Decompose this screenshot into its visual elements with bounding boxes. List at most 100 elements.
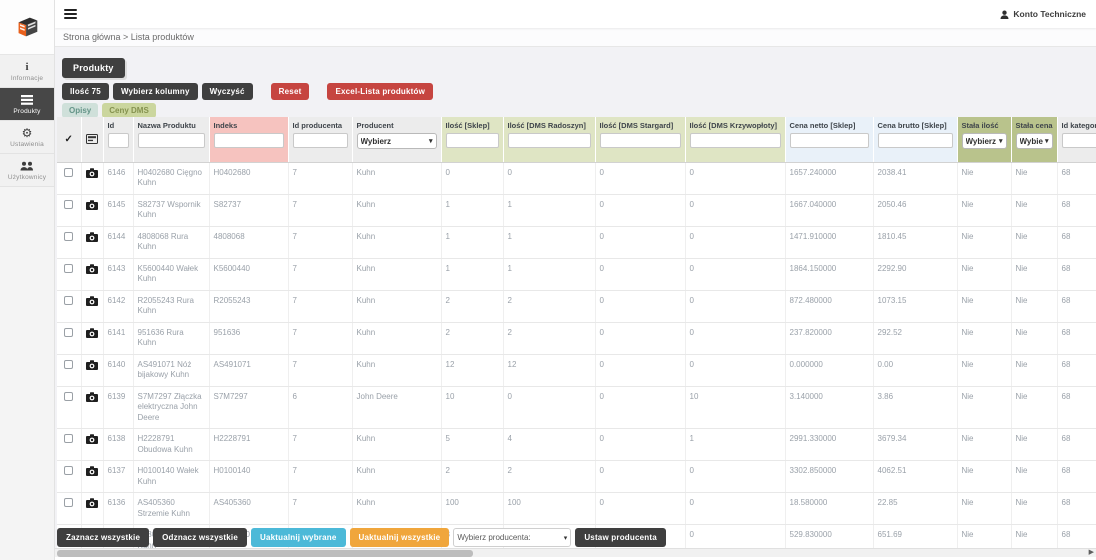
sidebar-item-uytkownicy[interactable]: Użytkownicy bbox=[0, 154, 54, 187]
sidebar-item-produkty[interactable]: Produkty bbox=[0, 88, 54, 121]
row-checkbox[interactable] bbox=[64, 328, 73, 337]
filter-input-cena_netto[interactable] bbox=[790, 133, 869, 148]
horizontal-scrollbar[interactable]: ▶ bbox=[55, 548, 1096, 557]
zaznacz-wszystkie-button[interactable]: Zaznacz wszystkie bbox=[57, 528, 149, 547]
row-checkbox[interactable] bbox=[64, 466, 73, 475]
cell-id: 6146 bbox=[103, 162, 133, 194]
filter-input-id_producenta[interactable] bbox=[293, 133, 348, 148]
sidebar-item-ustawienia[interactable]: ⚙Ustawienia bbox=[0, 121, 54, 154]
filter-select-stala_ilosc[interactable]: Wybierz▾ bbox=[962, 133, 1007, 149]
produkty-section-button[interactable]: Produkty bbox=[62, 58, 125, 78]
cell-cena_netto: 1657.240000 bbox=[785, 162, 873, 194]
cell-stala_ilosc: Nie bbox=[957, 162, 1011, 194]
cell-ilosc_stargard: 0 bbox=[595, 226, 685, 258]
cell-ilosc_stargard: 0 bbox=[595, 162, 685, 194]
filter-input-id_kategorii[interactable] bbox=[1062, 133, 1096, 148]
cell-nazwa: 4808068 Rura Kuhn bbox=[133, 226, 209, 258]
reset-button[interactable]: Reset bbox=[271, 83, 310, 100]
hamburger-menu-icon[interactable] bbox=[64, 9, 80, 19]
cell-indeks: K5600440 bbox=[209, 258, 288, 290]
uaktualnij-wybrane-button[interactable]: Uaktualnij wybrane bbox=[251, 528, 346, 547]
camera-icon bbox=[86, 498, 98, 508]
filter-input-cena_brutto[interactable] bbox=[878, 133, 953, 148]
uaktualnij-wszystkie-button[interactable]: Uaktualnij wszystkie bbox=[350, 528, 450, 547]
filter-select-producent[interactable]: Wybierz▾ bbox=[357, 133, 437, 149]
row-checkbox[interactable] bbox=[64, 168, 73, 177]
cell-ilosc_sklep: 2 bbox=[441, 461, 503, 493]
camera-icon[interactable] bbox=[86, 203, 98, 212]
row-checkbox[interactable] bbox=[64, 360, 73, 369]
wybierz-kolumny-button[interactable]: Wybierz kolumny bbox=[113, 83, 198, 100]
tab-opisy[interactable]: Opisy bbox=[62, 103, 98, 118]
camera-icon[interactable] bbox=[86, 267, 98, 276]
cell-id_kategorii: 68 bbox=[1057, 258, 1096, 290]
row-checkbox[interactable] bbox=[64, 232, 73, 241]
cell-indeks: AS405360 bbox=[209, 493, 288, 525]
camera-icon[interactable] bbox=[86, 395, 98, 404]
camera-icon[interactable] bbox=[86, 235, 98, 244]
row-checkbox[interactable] bbox=[64, 296, 73, 305]
camera-icon[interactable] bbox=[86, 331, 98, 340]
cell-id_producenta: 7 bbox=[288, 354, 352, 386]
set-producer-button[interactable]: Ustaw producenta bbox=[575, 528, 666, 547]
wyczy--button[interactable]: Wyczyść bbox=[202, 83, 253, 100]
row-checkbox[interactable] bbox=[64, 200, 73, 209]
filter-input-nazwa[interactable] bbox=[138, 133, 205, 148]
camera-icon[interactable] bbox=[86, 437, 98, 446]
chevron-down-icon: ▾ bbox=[1045, 137, 1049, 145]
table-row: 6139S7M7297 Złączka elektryczna John Dee… bbox=[57, 386, 1096, 429]
cell-id: 6138 bbox=[103, 429, 133, 461]
cell-nazwa: S82737 Wspornik Kuhn bbox=[133, 194, 209, 226]
scrollbar-right-arrow-icon[interactable]: ▶ bbox=[1089, 548, 1094, 556]
cell-stala_ilosc: Nie bbox=[957, 525, 1011, 549]
row-checkbox[interactable] bbox=[64, 434, 73, 443]
producer-select[interactable]: Wybierz producenta:▾ bbox=[453, 528, 571, 547]
account-menu[interactable]: Konto Techniczne bbox=[1000, 9, 1086, 19]
scrollbar-thumb[interactable] bbox=[57, 550, 473, 557]
cell-stala_cena: Nie bbox=[1011, 322, 1057, 354]
table-row: 6136AS405360 Strzemie KuhnAS4053607Kuhn1… bbox=[57, 493, 1096, 525]
row-checkbox[interactable] bbox=[64, 264, 73, 273]
camera-icon[interactable] bbox=[86, 299, 98, 308]
row-checkbox[interactable] bbox=[64, 498, 73, 507]
cell-nazwa: AS405360 Strzemie Kuhn bbox=[133, 493, 209, 525]
row-checkbox[interactable] bbox=[64, 392, 73, 401]
sidebar-item-label: Informacje bbox=[11, 75, 43, 82]
sidebar-item-informacje[interactable]: iInformacje bbox=[0, 55, 54, 88]
column-label-nazwa: Nazwa Produktu bbox=[138, 121, 205, 130]
camera-icon[interactable] bbox=[86, 171, 98, 180]
camera-icon[interactable] bbox=[86, 469, 98, 478]
filter-input-ilosc_stargard[interactable] bbox=[600, 133, 681, 148]
column-label-indeks: Indeks bbox=[214, 121, 284, 130]
cell-cena_brutto: 2292.90 bbox=[873, 258, 957, 290]
column-header-photo bbox=[81, 117, 103, 162]
main-content: Produkty Ilość 75Wybierz kolumnyWyczyść R… bbox=[55, 47, 1096, 560]
select-all-check-icon[interactable]: ✓ bbox=[65, 134, 73, 145]
cell-ilosc_sklep: 1 bbox=[441, 258, 503, 290]
camera-icon[interactable] bbox=[86, 501, 98, 510]
cell-id_producenta: 6 bbox=[288, 386, 352, 429]
cell-producent: Kuhn bbox=[352, 226, 441, 258]
odznacz-wszystkie-button[interactable]: Odznacz wszystkie bbox=[153, 528, 247, 547]
filter-input-indeks[interactable] bbox=[214, 133, 284, 148]
cell-nazwa: H0100140 Wałek Kuhn bbox=[133, 461, 209, 493]
cell-cena_brutto: 22.85 bbox=[873, 493, 957, 525]
cell-id_producenta: 7 bbox=[288, 322, 352, 354]
filter-select-stala_cena[interactable]: Wybierz▾ bbox=[1016, 133, 1053, 149]
app-logo[interactable] bbox=[0, 0, 54, 55]
cell-select bbox=[57, 493, 81, 525]
filter-input-ilosc_radoszyn[interactable] bbox=[508, 133, 591, 148]
tab-ceny-dms[interactable]: Ceny DMS bbox=[102, 103, 156, 118]
cell-stala_cena: Nie bbox=[1011, 386, 1057, 429]
camera-icon[interactable] bbox=[86, 363, 98, 372]
column-label-cena_netto: Cena netto [Sklep] bbox=[790, 121, 869, 130]
cell-ilosc_krzywoploty: 0 bbox=[685, 226, 785, 258]
cell-cena_brutto: 4062.51 bbox=[873, 461, 957, 493]
filter-input-id[interactable] bbox=[108, 133, 129, 148]
cell-producent: Kuhn bbox=[352, 258, 441, 290]
excel-lista-produkt-w-button[interactable]: Excel-Lista produktów bbox=[327, 83, 433, 100]
cell-cena_brutto: 3679.34 bbox=[873, 429, 957, 461]
filter-input-ilosc_krzywoploty[interactable] bbox=[690, 133, 781, 148]
filter-input-ilosc_sklep[interactable] bbox=[446, 133, 499, 148]
ilo-75-button[interactable]: Ilość 75 bbox=[62, 83, 109, 100]
